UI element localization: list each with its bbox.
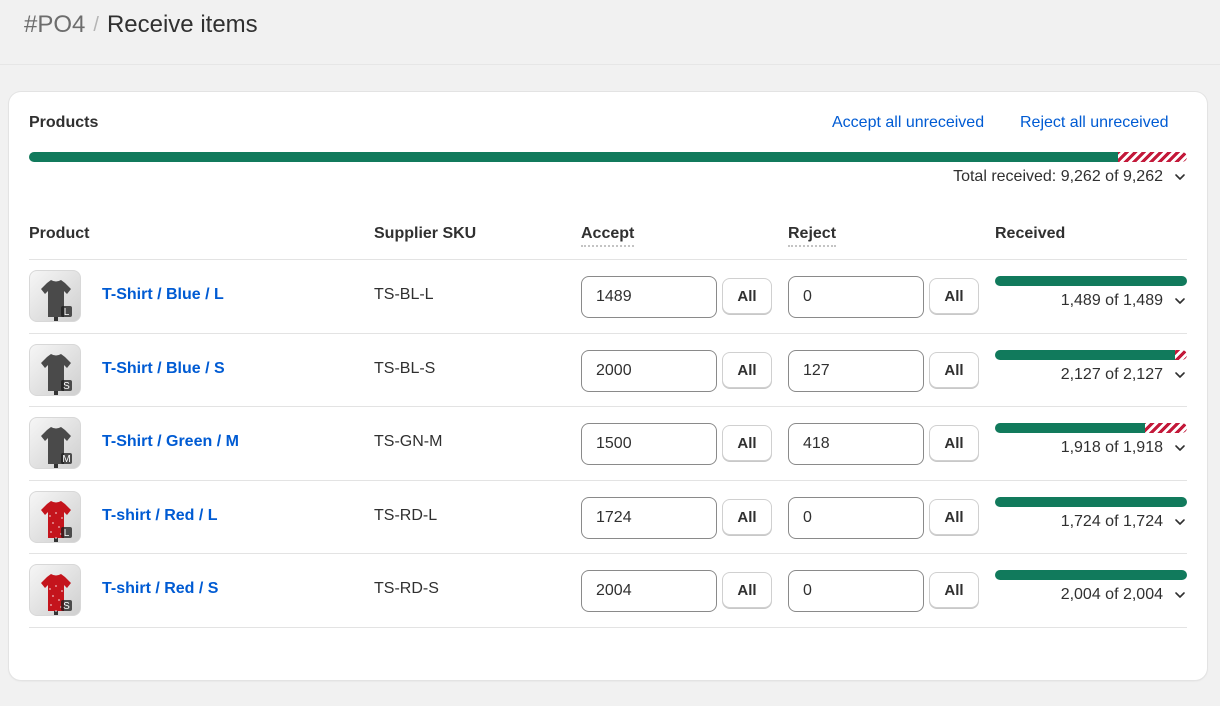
received-progress-bar <box>995 350 1187 360</box>
tshirt-icon: L <box>41 501 72 542</box>
accepted-segment <box>995 497 1187 507</box>
accept-quantity-input[interactable] <box>581 276 717 318</box>
received-count: 2,127 of 2,127 <box>1060 366 1163 383</box>
reject-all-button[interactable]: All <box>929 278 979 314</box>
chevron-down-icon <box>1175 298 1185 304</box>
table-row: S T-Shirt / Blue / S TS-BL-S All All 2,1… <box>29 334 1187 407</box>
supplier-sku: TS-BL-L <box>374 286 434 303</box>
accept-quantity-input[interactable] <box>581 423 717 465</box>
reject-quantity-input[interactable] <box>788 497 924 539</box>
accept-all-button[interactable]: All <box>722 278 772 314</box>
received-count: 1,918 of 1,918 <box>1060 439 1163 456</box>
received-progress-bar <box>995 276 1187 286</box>
size-label: S <box>63 381 70 392</box>
received-count: 1,489 of 1,489 <box>1060 292 1163 309</box>
received-toggle[interactable]: 1,724 of 1,724 <box>1061 513 1187 531</box>
reject-quantity-input[interactable] <box>788 423 924 465</box>
total-received-bar <box>29 152 1187 162</box>
product-link[interactable]: T-Shirt / Blue / L <box>102 286 224 304</box>
reject-all-button[interactable]: All <box>929 425 979 461</box>
tshirt-icon: S <box>41 354 72 395</box>
size-label: S <box>63 601 70 612</box>
received-count: 2,004 of 2,004 <box>1060 586 1163 603</box>
total-received-text: Total received: 9,262 of 9,262 <box>953 168 1163 185</box>
reject-quantity-input[interactable] <box>788 570 924 612</box>
product-thumbnail: M <box>29 417 81 469</box>
received-toggle[interactable]: 1,918 of 1,918 <box>1061 439 1187 457</box>
column-header-product: Product <box>29 225 90 242</box>
tshirt-icon: S <box>41 574 72 615</box>
received-toggle[interactable]: 2,127 of 2,127 <box>1061 366 1187 384</box>
supplier-sku: TS-BL-S <box>374 360 436 377</box>
accepted-segment <box>995 570 1187 580</box>
tshirt-icon: L <box>41 280 72 321</box>
accepted-segment <box>995 276 1187 286</box>
reject-all-button[interactable]: All <box>929 499 979 535</box>
accepted-segment <box>995 350 1176 360</box>
tshirt-icon: M <box>41 427 72 468</box>
size-label: L <box>64 307 70 318</box>
column-header-received: Received <box>995 225 1066 242</box>
product-thumbnail: S <box>29 564 81 616</box>
reject-all-button[interactable]: All <box>929 572 979 608</box>
received-count: 1,724 of 1,724 <box>1060 513 1163 530</box>
product-link[interactable]: T-shirt / Red / L <box>102 507 218 525</box>
column-header-reject[interactable]: Reject <box>788 225 837 247</box>
chevron-down-icon <box>1175 445 1185 451</box>
page-title: Receive items <box>106 11 258 38</box>
product-link[interactable]: T-Shirt / Green / M <box>102 433 239 451</box>
product-link[interactable]: T-shirt / Red / S <box>102 580 218 598</box>
product-thumbnail: L <box>29 491 81 543</box>
accept-all-button[interactable]: All <box>722 352 772 388</box>
column-header-accept[interactable]: Accept <box>581 225 635 247</box>
received-progress-bar <box>995 570 1187 580</box>
product-thumbnail: L <box>29 270 81 322</box>
reject-all-unreceived-link[interactable]: Reject all unreceived <box>1020 114 1169 132</box>
total-accepted-segment <box>29 152 1118 162</box>
accept-quantity-input[interactable] <box>581 350 717 392</box>
accept-all-button[interactable]: All <box>722 499 772 535</box>
chevron-down-icon <box>1175 592 1185 598</box>
supplier-sku: TS-RD-S <box>374 580 439 597</box>
size-label: M <box>62 454 70 465</box>
breadcrumb-po-link[interactable]: #PO4 <box>24 11 85 39</box>
rejected-segment <box>1144 423 1187 433</box>
header-divider <box>0 64 1220 65</box>
supplier-sku: TS-GN-M <box>374 433 443 450</box>
accept-quantity-input[interactable] <box>581 570 717 612</box>
breadcrumb: #PO4 / Receive items <box>24 8 258 42</box>
accept-all-button[interactable]: All <box>722 425 772 461</box>
supplier-sku: TS-RD-L <box>374 507 438 524</box>
total-received-toggle[interactable]: Total received: 9,262 of 9,262 <box>953 168 1187 186</box>
accept-all-button[interactable]: All <box>722 572 772 608</box>
received-toggle[interactable]: 1,489 of 1,489 <box>1061 292 1187 310</box>
products-card: Products Accept all unreceived Reject al… <box>9 92 1207 680</box>
product-link[interactable]: T-Shirt / Blue / S <box>102 360 225 378</box>
accept-all-unreceived-link[interactable]: Accept all unreceived <box>832 114 984 132</box>
product-thumbnail: S <box>29 344 81 396</box>
column-header-sku: Supplier SKU <box>374 225 477 242</box>
received-progress-bar <box>995 497 1187 507</box>
table-row: L T-shirt / Red / L TS-RD-L All All 1,72… <box>29 481 1187 554</box>
breadcrumb-separator: / <box>93 13 99 36</box>
table-row: L T-Shirt / Blue / L TS-BL-L All All 1,4… <box>29 260 1187 333</box>
table-row: S T-shirt / Red / S TS-RD-S All All 2,00… <box>29 554 1187 627</box>
row-divider <box>29 627 1187 628</box>
received-toggle[interactable]: 2,004 of 2,004 <box>1061 586 1187 604</box>
received-progress-bar <box>995 423 1187 433</box>
chevron-down-icon <box>1175 519 1185 525</box>
reject-quantity-input[interactable] <box>788 276 924 318</box>
table-row: M T-Shirt / Green / M TS-GN-M All All 1,… <box>29 407 1187 480</box>
chevron-down-icon <box>1175 174 1185 180</box>
reject-quantity-input[interactable] <box>788 350 924 392</box>
accepted-segment <box>995 423 1145 433</box>
reject-all-button[interactable]: All <box>929 352 979 388</box>
rejected-segment <box>1175 350 1187 360</box>
total-rejected-segment <box>1117 152 1187 162</box>
size-label: L <box>64 528 70 539</box>
accept-quantity-input[interactable] <box>581 497 717 539</box>
card-title: Products <box>29 114 99 131</box>
chevron-down-icon <box>1175 372 1185 378</box>
